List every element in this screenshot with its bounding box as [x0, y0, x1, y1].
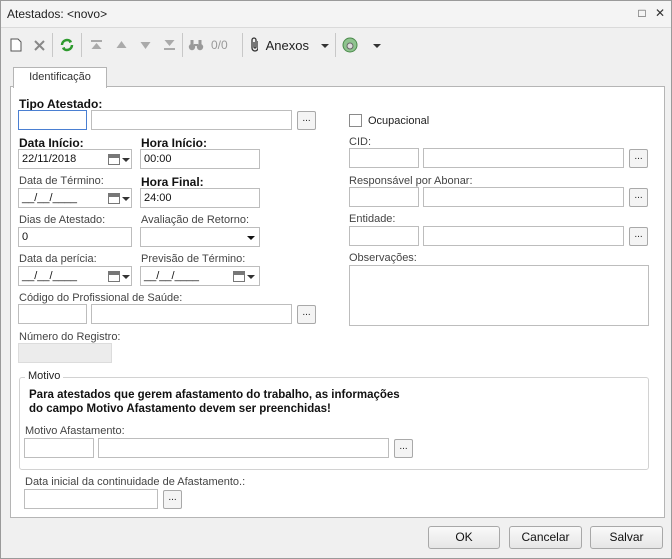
calendar-icon[interactable] [108, 154, 120, 165]
motivo-afastamento-code-input[interactable] [24, 438, 94, 458]
delete-icon [33, 39, 45, 51]
responsavel-lookup-button[interactable]: ... [629, 188, 648, 207]
attachments-button[interactable]: Anexos [249, 34, 329, 56]
previous-record-button[interactable] [112, 34, 130, 56]
cid-label: CID: [349, 136, 371, 148]
hora-final-label: Hora Final: [141, 175, 204, 189]
ocupacional-checkbox[interactable] [349, 114, 362, 127]
entidade-desc-input[interactable] [423, 226, 624, 246]
data-inicio-input[interactable]: 22/11/2018 [18, 149, 132, 169]
calendar-icon[interactable] [233, 271, 245, 282]
window-title: Atestados: <novo> [7, 7, 108, 21]
data-termino-value: __/__/____ [22, 192, 78, 204]
chevron-down-icon [122, 197, 130, 201]
motivo-afastamento-lookup-button[interactable]: ... [394, 439, 413, 458]
responsavel-label: Responsável por Abonar: [349, 175, 473, 187]
cid-lookup-button[interactable]: ... [629, 149, 648, 168]
calendar-icon[interactable] [108, 193, 120, 204]
close-button[interactable]: ✕ [653, 6, 667, 20]
refresh-button[interactable] [57, 34, 77, 56]
avaliacao-retorno-label: Avaliação de Retorno: [141, 214, 250, 226]
next-record-button[interactable] [136, 34, 154, 56]
entidade-label: Entidade: [349, 213, 396, 225]
delete-button[interactable] [30, 34, 48, 56]
first-icon [90, 40, 102, 49]
binoculars-icon [188, 40, 204, 51]
last-record-button[interactable] [160, 34, 178, 56]
paperclip-icon [251, 37, 258, 52]
refresh-icon [60, 38, 74, 52]
ok-button[interactable]: OK [428, 526, 500, 549]
observacoes-textarea[interactable] [349, 265, 649, 326]
tipo-atestado-code-input[interactable] [18, 110, 87, 130]
attachments-label: Anexos [265, 37, 309, 53]
calendar-icon[interactable] [108, 271, 120, 282]
save-button[interactable]: Salvar [590, 526, 663, 549]
chevron-down-icon [247, 236, 255, 240]
data-pericia-value: __/__/____ [22, 270, 78, 282]
hora-final-input[interactable]: 24:00 [140, 188, 260, 208]
avaliacao-retorno-select[interactable] [140, 227, 260, 247]
globe-gear-icon [342, 37, 358, 53]
chevron-down-icon [122, 158, 130, 162]
motivo-afastamento-desc-input[interactable] [98, 438, 389, 458]
chevron-down-icon [122, 275, 130, 279]
previous-icon [116, 41, 126, 48]
motivo-legend: Motivo [25, 370, 64, 382]
maximize-button[interactable]: □ [635, 6, 649, 20]
title-bar: Atestados: <novo> □ ✕ [1, 1, 671, 28]
cancel-button[interactable]: Cancelar [509, 526, 582, 549]
motivo-afastamento-label: Motivo Afastamento: [25, 425, 125, 437]
ocupacional-label: Ocupacional [368, 115, 430, 127]
dias-atestado-label: Dias de Atestado: [19, 214, 106, 226]
codigo-profissional-desc-input[interactable] [91, 304, 292, 324]
new-document-icon [10, 38, 22, 52]
tipo-atestado-desc-input[interactable] [91, 110, 292, 130]
numero-registro-label: Número do Registro: [19, 331, 121, 343]
dias-atestado-input[interactable]: 0 [18, 227, 132, 247]
first-record-button[interactable] [87, 34, 105, 56]
tipo-atestado-label: Tipo Atestado: [19, 97, 103, 111]
dialog-window: Atestados: <novo> □ ✕ 0/0 Anexos Identif… [0, 0, 672, 559]
chevron-down-icon [373, 44, 381, 48]
data-inicio-label: Data Início: [19, 136, 84, 150]
last-icon [163, 40, 175, 50]
data-termino-input[interactable]: __/__/____ [18, 188, 132, 208]
entidade-code-input[interactable] [349, 226, 419, 246]
data-continuidade-label: Data inicial da continuidade de Afastame… [25, 476, 246, 488]
data-pericia-input[interactable]: __/__/____ [18, 266, 132, 286]
numero-registro-input [18, 343, 112, 363]
cid-desc-input[interactable] [423, 148, 624, 168]
motivo-message-line1: Para atestados que gerem afastamento do … [29, 389, 400, 401]
responsavel-desc-input[interactable] [423, 187, 624, 207]
observacoes-label: Observações: [349, 252, 417, 264]
hora-inicio-label: Hora Início: [141, 136, 208, 150]
record-counter: 0/0 [211, 38, 228, 52]
chevron-down-icon [247, 275, 255, 279]
codigo-profissional-label: Código do Profissional de Saúde: [19, 292, 183, 304]
next-icon [140, 42, 150, 49]
cid-code-input[interactable] [349, 148, 419, 168]
previsao-termino-label: Previsão de Término: [141, 253, 246, 265]
data-continuidade-input[interactable] [24, 489, 158, 509]
new-document-button[interactable] [7, 34, 25, 56]
previsao-termino-input[interactable]: __/__/____ [140, 266, 260, 286]
data-continuidade-lookup-button[interactable]: ... [163, 490, 182, 509]
codigo-profissional-code-input[interactable] [18, 304, 87, 324]
responsavel-code-input[interactable] [349, 187, 419, 207]
hora-inicio-input[interactable]: 00:00 [140, 149, 260, 169]
tab-identificacao[interactable]: Identificação [13, 67, 107, 88]
tipo-atestado-lookup-button[interactable]: ... [297, 111, 316, 130]
entidade-lookup-button[interactable]: ... [629, 227, 648, 246]
motivo-message-line2: do campo Motivo Afastamento devem ser pr… [29, 403, 331, 415]
search-button[interactable] [186, 34, 206, 56]
actions-menu-button[interactable] [341, 34, 385, 56]
codigo-profissional-lookup-button[interactable]: ... [297, 305, 316, 324]
data-inicio-value: 22/11/2018 [22, 153, 77, 165]
chevron-down-icon [321, 44, 329, 48]
data-termino-label: Data de Término: [19, 175, 104, 187]
previsao-termino-value: __/__/____ [144, 270, 200, 282]
data-pericia-label: Data da perícia: [19, 253, 97, 265]
